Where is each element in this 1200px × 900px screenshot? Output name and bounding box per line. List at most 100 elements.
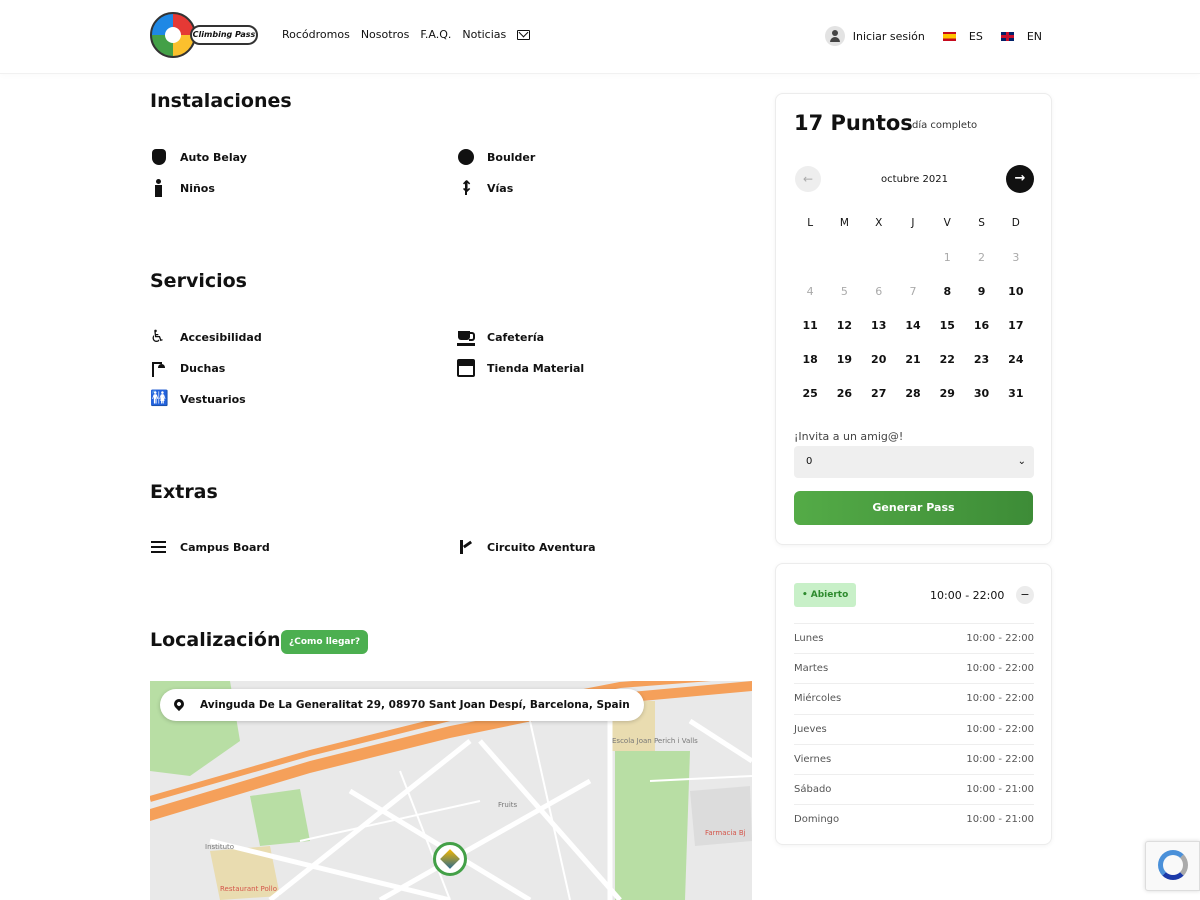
feature-vias: Vías bbox=[457, 177, 514, 197]
servicios-title: Servicios bbox=[150, 270, 247, 292]
day-name: Viernes bbox=[794, 753, 832, 765]
service-cafeteria: Cafetería bbox=[457, 328, 544, 346]
localizacion-title: Localización bbox=[150, 629, 281, 651]
boulder-icon bbox=[458, 149, 474, 165]
instalaciones-title: Instalaciones bbox=[150, 90, 292, 112]
calendar-day[interactable]: 15 bbox=[930, 319, 964, 332]
generate-pass-button[interactable]: Generar Pass bbox=[794, 491, 1033, 525]
arrow-right-icon: → bbox=[1014, 171, 1026, 186]
day-name: Domingo bbox=[794, 814, 840, 826]
climbing-pass-logo[interactable]: Climbing Pass bbox=[150, 12, 260, 60]
shower-icon bbox=[150, 359, 168, 377]
uk-flag-icon[interactable] bbox=[1000, 31, 1014, 41]
feature-label: Circuito Aventura bbox=[487, 540, 596, 554]
lang-es[interactable]: ES bbox=[969, 30, 983, 43]
calendar-prev-button[interactable]: ← bbox=[795, 166, 821, 192]
calendar-day[interactable]: 24 bbox=[999, 353, 1033, 366]
service-duchas: Duchas bbox=[150, 359, 225, 377]
calendar-day[interactable]: 20 bbox=[862, 353, 896, 366]
weekday-label: V bbox=[943, 217, 951, 229]
calendar-day[interactable]: 9 bbox=[964, 285, 998, 298]
feature-label: Auto Belay bbox=[180, 150, 247, 164]
booking-card: 17 Puntos día completo octubre 2021 ← → … bbox=[775, 93, 1052, 545]
calendar-day[interactable]: 29 bbox=[930, 387, 964, 400]
how-to-get-button[interactable]: ¿Como llegar? bbox=[281, 630, 369, 654]
store-icon bbox=[457, 359, 475, 377]
calendar-day[interactable]: 16 bbox=[964, 319, 998, 332]
points-value: 17 Puntos bbox=[794, 111, 913, 135]
user-icon[interactable] bbox=[824, 26, 845, 46]
calendar-day[interactable]: 12 bbox=[827, 319, 861, 332]
day-name: Martes bbox=[794, 663, 829, 675]
invite-select-value: 0 bbox=[806, 456, 813, 467]
child-icon bbox=[150, 179, 168, 197]
service-accesibilidad: ♿ Accesibilidad bbox=[150, 328, 262, 346]
recaptcha-badge[interactable] bbox=[1145, 841, 1200, 891]
calendar-day[interactable]: 26 bbox=[827, 387, 861, 400]
hours-row: Lunes 10:00 - 22:00 bbox=[794, 623, 1034, 653]
day-name: Miércoles bbox=[794, 693, 842, 705]
nav-noticias[interactable]: Noticias bbox=[462, 28, 506, 41]
map-label-escola: Escola Joan Perich i Valls bbox=[612, 737, 698, 745]
calendar-day[interactable]: 31 bbox=[999, 387, 1033, 400]
feature-label: Campus Board bbox=[180, 540, 270, 554]
location-map[interactable]: Avinguda De La Generalitat 29, 08970 San… bbox=[150, 681, 752, 900]
calendar-day-disabled: 1 bbox=[943, 250, 951, 264]
calendar-day[interactable]: 17 bbox=[999, 319, 1033, 332]
feature-auto-belay: Auto Belay bbox=[150, 148, 247, 166]
arrow-left-icon: ← bbox=[802, 172, 814, 186]
map-label-fruits: Fruits bbox=[498, 801, 518, 809]
calendar-day[interactable]: 11 bbox=[793, 319, 827, 332]
extra-campus-board: Campus Board bbox=[150, 538, 270, 556]
login-link[interactable]: Iniciar sesión bbox=[853, 30, 925, 43]
mail-icon[interactable] bbox=[517, 29, 531, 40]
calendar-day-disabled: 6 bbox=[875, 284, 883, 298]
calendar-day[interactable]: 23 bbox=[964, 353, 998, 366]
feature-label: Boulder bbox=[487, 150, 536, 164]
calendar-day[interactable]: 22 bbox=[930, 353, 964, 366]
nav-nosotros[interactable]: Nosotros bbox=[361, 28, 409, 41]
calendar-day[interactable]: 14 bbox=[896, 319, 930, 332]
calendar-day[interactable]: 8 bbox=[930, 285, 964, 298]
nav-faq[interactable]: F.A.Q. bbox=[420, 28, 451, 41]
calendar-day-disabled: 4 bbox=[806, 284, 814, 298]
points-subtitle: día completo bbox=[912, 120, 978, 131]
lang-en[interactable]: EN bbox=[1027, 30, 1042, 43]
day-hours: 10:00 - 21:00 bbox=[966, 814, 1034, 826]
calendar-next-button[interactable]: → bbox=[1006, 165, 1034, 193]
weekday-label: S bbox=[978, 217, 985, 229]
collapse-hours-button[interactable]: − bbox=[1016, 586, 1034, 604]
calendar-day[interactable]: 25 bbox=[793, 387, 827, 400]
calendar-day[interactable]: 30 bbox=[964, 387, 998, 400]
calendar-day[interactable]: 27 bbox=[862, 387, 896, 400]
wheelchair-icon: ♿ bbox=[150, 327, 166, 347]
minus-icon: − bbox=[1020, 588, 1030, 601]
calendar-day[interactable]: 18 bbox=[793, 353, 827, 366]
calendar-day[interactable]: 13 bbox=[862, 319, 896, 332]
calendar-day[interactable]: 28 bbox=[896, 387, 930, 400]
feature-label: Tienda Material bbox=[487, 361, 585, 375]
day-name: Jueves bbox=[794, 723, 827, 735]
address-text: Avinguda De La Generalitat 29, 08970 San… bbox=[200, 699, 630, 711]
address-bar[interactable]: Avinguda De La Generalitat 29, 08970 San… bbox=[160, 689, 644, 721]
opening-hours-card: Abierto 10:00 - 22:00 − Lunes 10:00 - 22… bbox=[775, 563, 1052, 845]
calendar-week: 18 19 20 21 22 23 24 bbox=[793, 342, 1033, 376]
hours-row: Viernes 10:00 - 22:00 bbox=[794, 743, 1034, 774]
nav-rocodromos[interactable]: Rocódromos bbox=[282, 28, 350, 41]
weekday-label: X bbox=[875, 217, 883, 229]
feature-label: Vías bbox=[487, 181, 514, 195]
spain-flag-icon[interactable] bbox=[942, 31, 956, 41]
calendar-day-disabled: 7 bbox=[909, 284, 917, 298]
calendar-day[interactable]: 10 bbox=[999, 285, 1033, 298]
chevron-down-icon: ⌄ bbox=[1017, 456, 1026, 467]
calendar-week: 1 2 3 bbox=[793, 240, 1033, 274]
site-header: Climbing Pass Rocódromos Nosotros F.A.Q.… bbox=[0, 0, 1200, 74]
feature-label: Vestuarios bbox=[180, 392, 246, 406]
gym-location-marker-icon[interactable] bbox=[433, 842, 467, 876]
calendar-week: 11 12 13 14 15 16 17 bbox=[793, 308, 1033, 342]
invite-friends-select[interactable]: 0 ⌄ bbox=[794, 446, 1034, 478]
vertical-arrows-icon bbox=[457, 177, 475, 197]
calendar-day[interactable]: 21 bbox=[896, 353, 930, 366]
calendar-day[interactable]: 19 bbox=[827, 353, 861, 366]
weekday-label: L bbox=[807, 217, 814, 229]
